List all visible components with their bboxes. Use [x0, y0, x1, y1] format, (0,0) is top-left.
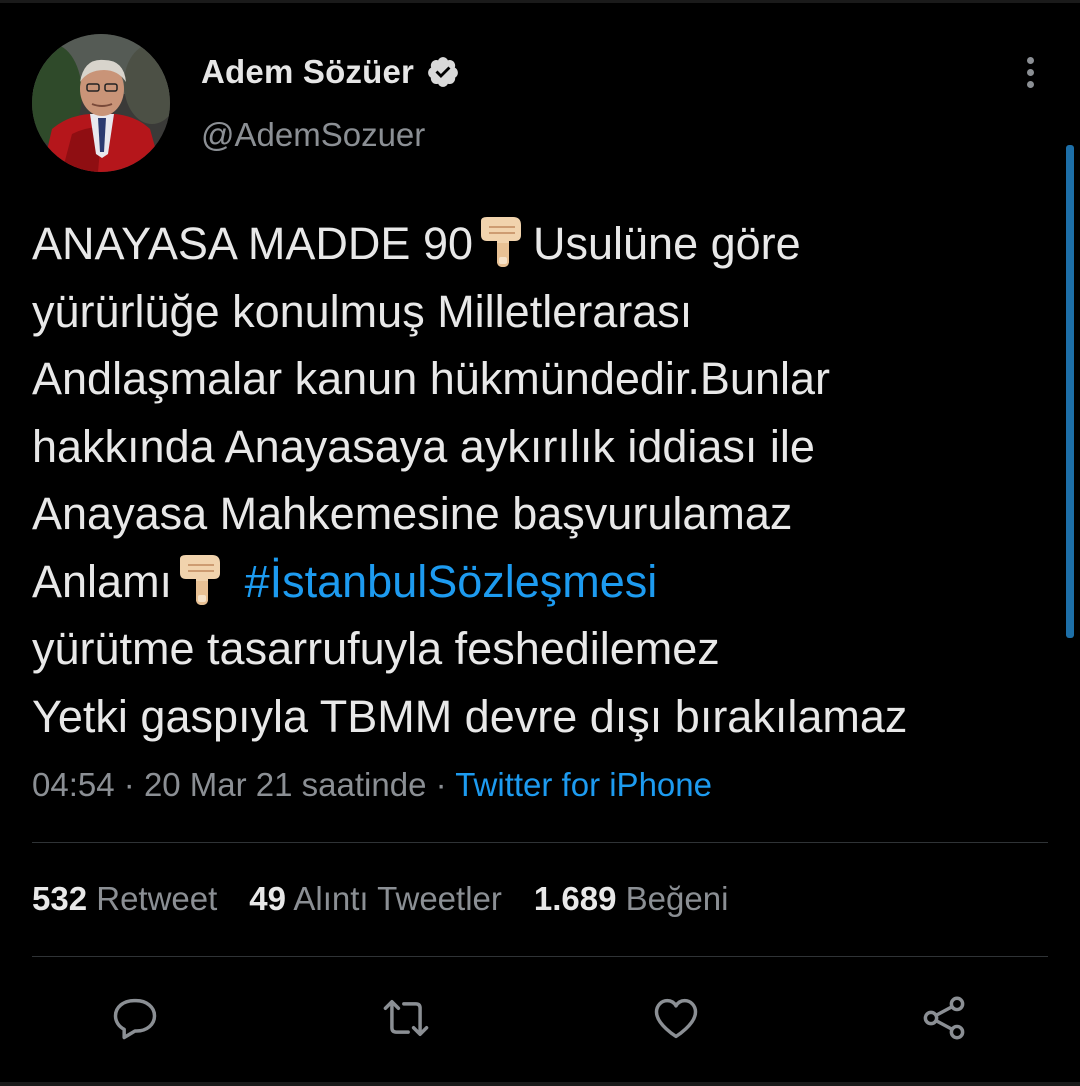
- verified-badge-icon: [426, 55, 460, 89]
- tweet-line-segment: Anlamı: [32, 555, 173, 607]
- scrollbar[interactable]: [1066, 145, 1074, 638]
- quote-count[interactable]: 49 Alıntı Tweetler: [249, 880, 502, 918]
- tweet-actions: [0, 992, 1080, 1044]
- tweet-stats: 532 Retweet 49 Alıntı Tweetler 1.689 Beğ…: [32, 880, 728, 918]
- quote-count-number: 49: [249, 880, 287, 917]
- retweet-count-number: 532: [32, 880, 88, 917]
- more-options-icon[interactable]: [1014, 57, 1046, 93]
- like-count-label: Beğeni: [625, 880, 729, 917]
- tweet-line: ANAYASA MADDE 90 Usulüne göre: [32, 210, 1062, 278]
- tweet-line: Anayasa Mahkemesine başvurulamaz: [32, 488, 793, 539]
- tweet-meta: 04:54 · 20 Mar 21 saatinde · Twitter for…: [32, 766, 712, 804]
- tweet-line: Yetki gaspıyla TBMM devre dışı bırakılam…: [32, 690, 908, 742]
- reply-icon[interactable]: [109, 992, 161, 1044]
- pointing-down-hand-icon: [475, 213, 531, 269]
- retweet-count[interactable]: 532 Retweet: [32, 880, 217, 918]
- tweet-line-segment: ANAYASA MADDE 90: [32, 218, 473, 269]
- divider: [32, 842, 1048, 843]
- quote-count-label: Alıntı Tweetler: [293, 880, 502, 917]
- author-display-name[interactable]: Adem Sözüer: [201, 53, 414, 91]
- tweet-line: Andlaşmalar kanun hükmündedir.Bunlar: [32, 353, 830, 404]
- tweet-line: hakkında Anayasaya aykırılık iddiası ile: [32, 420, 815, 472]
- author-name-row[interactable]: Adem Sözüer: [201, 53, 460, 91]
- tweet-line: yürütme tasarrufuyla feshedilemez: [32, 623, 720, 674]
- hashtag-link[interactable]: #İstanbulSözleşmesi: [245, 556, 658, 607]
- tweet-source-link[interactable]: Twitter for iPhone: [455, 766, 712, 803]
- top-border: [0, 0, 1080, 3]
- tweet-line: yürürlüğe konulmuş Milletlerarası: [32, 285, 693, 337]
- bottom-border: [0, 1082, 1080, 1086]
- author-handle[interactable]: @AdemSozuer: [201, 116, 425, 154]
- retweet-icon[interactable]: [380, 992, 432, 1044]
- divider: [32, 956, 1048, 957]
- tweet-time[interactable]: 04:54: [32, 766, 115, 803]
- tweet-text: ANAYASA MADDE 90 Usulüne göre yürürlüğe …: [32, 210, 1062, 750]
- tweet-line-segment: Usulüne göre: [533, 218, 801, 269]
- meta-separator: ·: [435, 766, 447, 803]
- retweet-count-label: Retweet: [96, 880, 218, 917]
- avatar[interactable]: [32, 34, 170, 172]
- tweet-date[interactable]: 20 Mar 21 saatinde: [144, 766, 427, 803]
- meta-separator: ·: [123, 766, 135, 803]
- like-count-number: 1.689: [533, 880, 617, 917]
- pointing-down-hand-icon: [174, 551, 230, 607]
- tweet-line: Anlamı #İstanbulSözleşmesi: [32, 548, 1062, 616]
- share-icon[interactable]: [918, 992, 970, 1044]
- like-count[interactable]: 1.689 Beğeni: [534, 880, 729, 918]
- like-icon[interactable]: [650, 992, 702, 1044]
